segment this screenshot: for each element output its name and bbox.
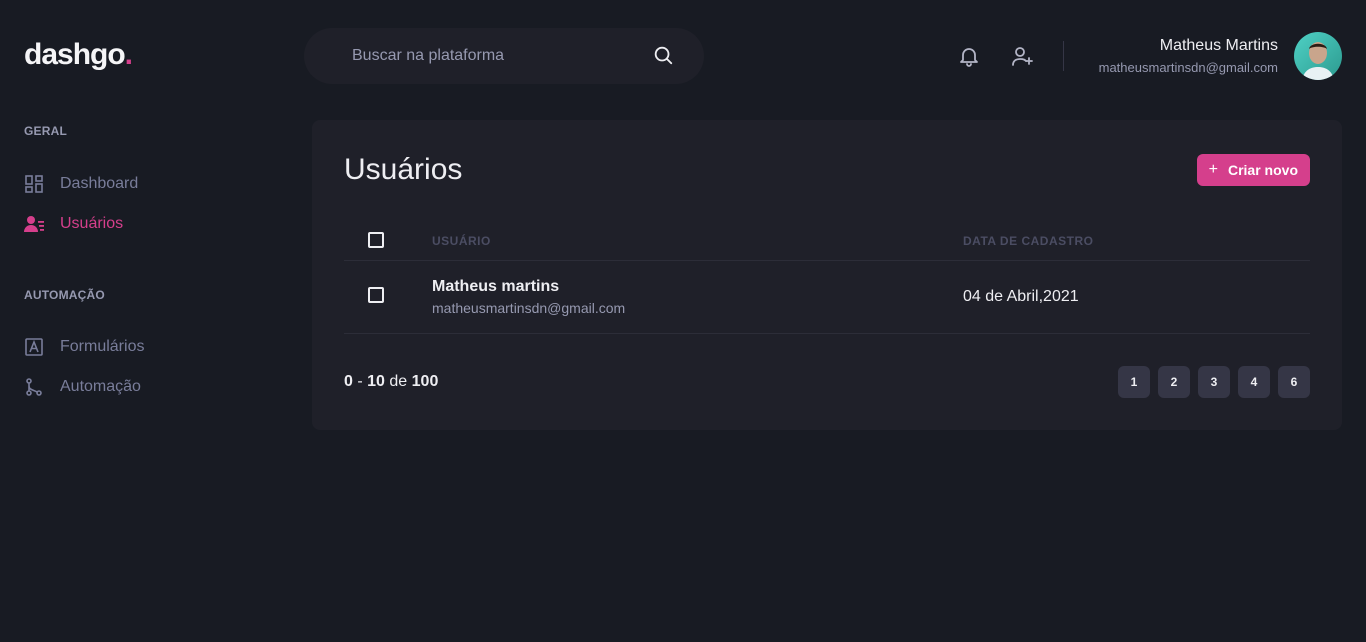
search-input[interactable] [352, 28, 642, 84]
pagination-separator: - [357, 373, 363, 390]
sidebar-item-label: Automação [60, 378, 141, 395]
sidebar-section-geral: GERAL [24, 124, 67, 138]
sidebar-item-automacao[interactable]: Automação [24, 375, 141, 399]
add-user-icon[interactable] [1010, 44, 1034, 68]
user-name: Matheus Martins [1159, 37, 1278, 54]
page-title: Usuários [344, 153, 463, 186]
sidebar-item-usuarios[interactable]: Usuários [24, 212, 123, 236]
table-cell-user-email: matheusmartinsdn@gmail.com [432, 300, 626, 316]
logo-dot: . [124, 38, 133, 71]
page-button-4[interactable]: 4 [1238, 366, 1270, 398]
create-new-label: Criar novo [1227, 162, 1298, 178]
search-bar[interactable] [304, 28, 704, 84]
form-icon [25, 338, 43, 356]
plus-icon: + [1208, 161, 1218, 178]
notification-bell-icon[interactable] [957, 44, 981, 68]
page-button-2[interactable]: 2 [1158, 366, 1190, 398]
table-cell-user-name[interactable]: Matheus martins [432, 278, 559, 296]
users-icon [24, 216, 44, 232]
logo[interactable]: dashgo. [24, 38, 133, 72]
column-header-data-cadastro: DATA DE CADASTRO [963, 234, 1094, 248]
dashboard-icon [25, 175, 43, 193]
table-divider [344, 260, 1310, 261]
sidebar-section-automacao: AUTOMAÇÃO [24, 288, 105, 302]
users-card: Usuários + Criar novo USUÁRIO DATA DE CA… [312, 120, 1342, 430]
avatar-image [1294, 32, 1342, 80]
pagination-to: 10 [367, 373, 385, 390]
user-email: matheusmartinsdn@gmail.com [1098, 60, 1278, 75]
table-cell-date: 04 de Abril,2021 [963, 288, 1079, 305]
avatar[interactable] [1294, 32, 1342, 80]
sidebar-item-dashboard[interactable]: Dashboard [24, 172, 138, 196]
row-checkbox[interactable] [368, 287, 384, 303]
table-divider [344, 333, 1310, 334]
header-divider [1063, 41, 1064, 71]
sidebar-item-formularios[interactable]: Formulários [24, 335, 144, 359]
pagination-total: 100 [411, 373, 439, 390]
search-icon[interactable] [652, 44, 674, 66]
pagination-from: 0 [344, 373, 353, 390]
page-button-3[interactable]: 3 [1198, 366, 1230, 398]
column-header-usuario: USUÁRIO [432, 234, 491, 248]
sidebar-item-label: Dashboard [60, 175, 139, 192]
pagination: 1 2 3 4 6 [1110, 366, 1310, 398]
sidebar-item-label: Formulários [60, 338, 145, 355]
pagination-count: 0 - 10 de 100 [344, 373, 438, 391]
git-branch-icon [26, 378, 42, 396]
select-all-checkbox[interactable] [368, 232, 384, 248]
sidebar-item-label: Usuários [60, 215, 124, 232]
page-button-1[interactable]: 1 [1118, 366, 1150, 398]
create-new-button[interactable]: + Criar novo [1196, 154, 1310, 186]
pagination-of: de [389, 373, 408, 390]
page-button-6[interactable]: 6 [1278, 366, 1310, 398]
logo-text: dashgo [24, 38, 126, 71]
